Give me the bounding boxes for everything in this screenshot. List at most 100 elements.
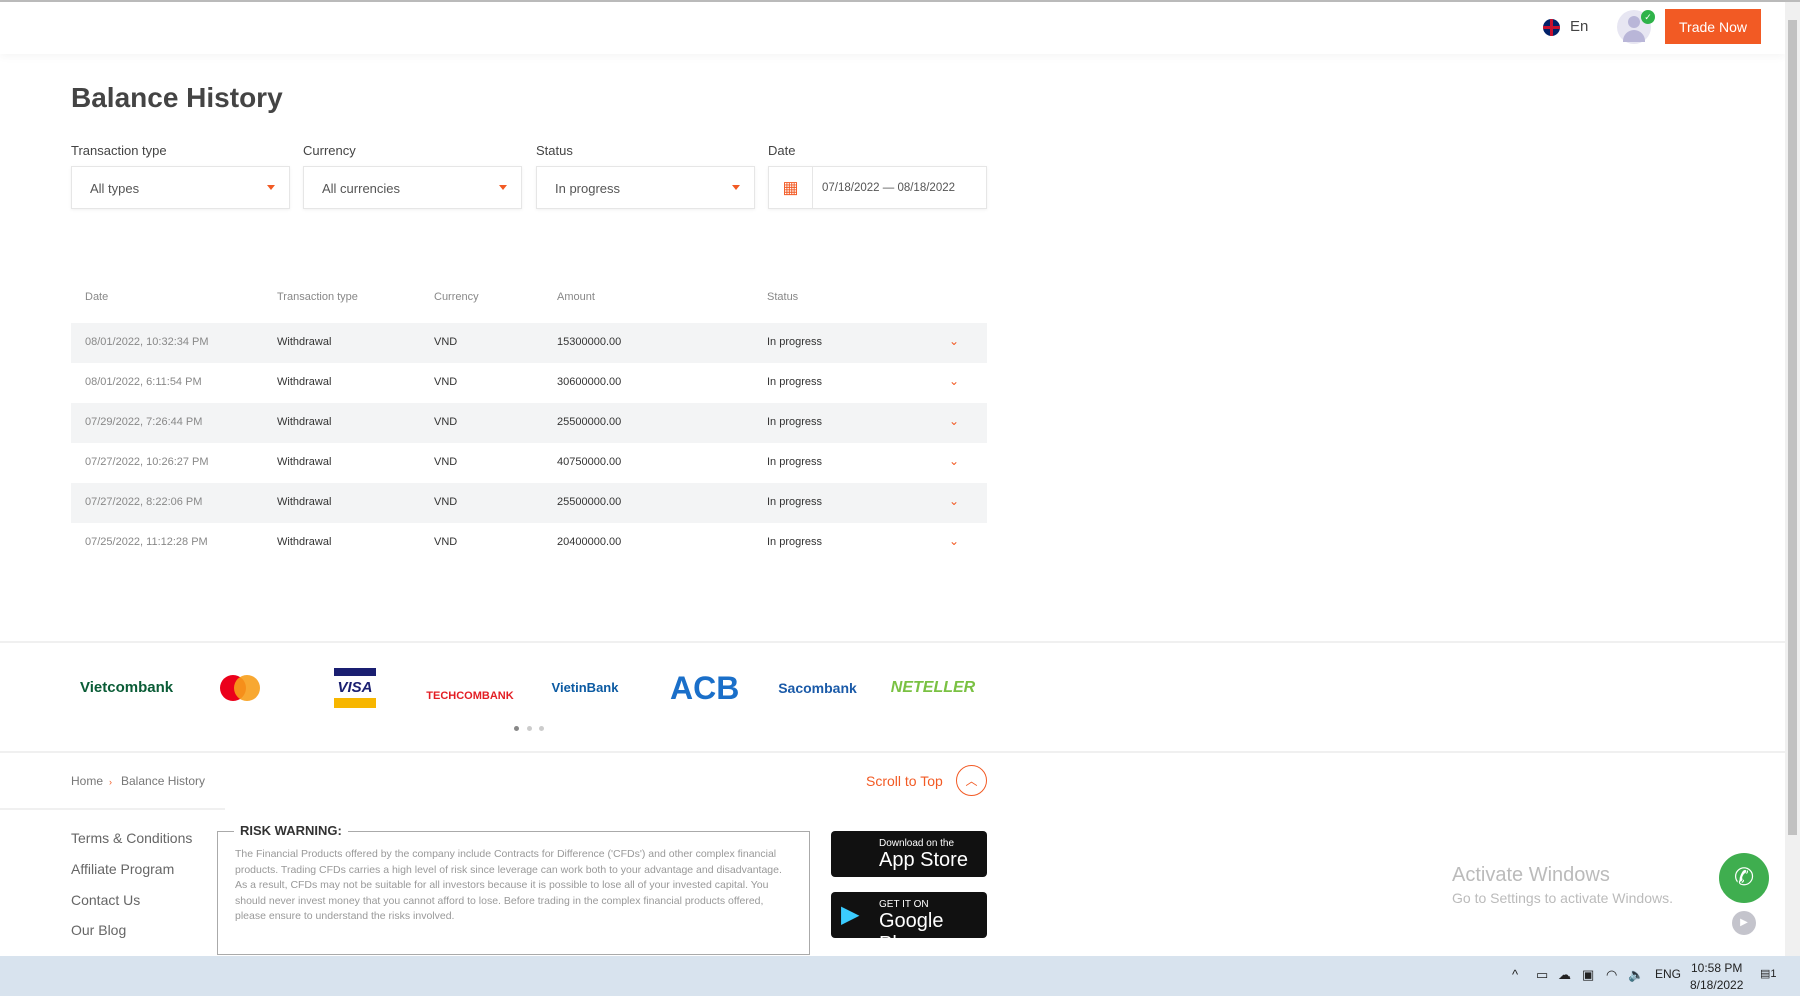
transaction-type-cell: Withdrawal — [277, 376, 332, 388]
display-icon[interactable]: ▣ — [1582, 967, 1594, 983]
transaction-type-cell: Withdrawal — [277, 496, 332, 508]
footer-link-blog[interactable]: Our Blog — [71, 922, 126, 938]
caret-down-icon — [499, 185, 507, 190]
trade-now-button[interactable]: Trade Now — [1665, 9, 1761, 44]
amount-cell: 20400000.00 — [557, 536, 622, 548]
breadcrumb-current: Balance History — [121, 774, 206, 788]
date-cell: 08/01/2022, 6:11:54 PM — [85, 376, 202, 388]
divider — [0, 641, 1785, 643]
carousel-dot[interactable] — [527, 726, 532, 731]
date-cell: 07/25/2022, 11:12:28 PM — [85, 536, 208, 548]
caret-down-icon — [732, 185, 740, 190]
expand-chevron-icon[interactable]: ⌄ — [949, 374, 959, 388]
expand-chevron-icon[interactable]: ⌄ — [949, 454, 959, 468]
activate-windows-title: Activate Windows — [1452, 864, 1610, 886]
breadcrumb-home[interactable]: Home — [71, 774, 103, 788]
column-header-date: Date — [85, 291, 109, 303]
date-cell: 08/01/2022, 10:32:34 PM — [85, 336, 209, 348]
table-row[interactable]: 07/25/2022, 11:12:28 PM Withdrawal VND 2040… — [71, 523, 987, 563]
expand-chevron-icon[interactable]: ⌄ — [949, 534, 959, 548]
footer-link-terms[interactable]: Terms & Conditions — [71, 830, 192, 846]
date-range-picker[interactable]: ▦ 07/18/2022 — 08/18/2022 — [768, 166, 987, 209]
currency-select[interactable]: All currencies — [303, 166, 522, 209]
chevron-up-icon[interactable]: ︿ — [956, 765, 987, 796]
app-store-button[interactable]: Download on the App Store — [831, 831, 987, 877]
app-store-small: Download on the — [879, 838, 955, 849]
amount-cell: 40750000.00 — [557, 456, 622, 468]
date-range-value: 07/18/2022 — 08/18/2022 — [822, 182, 956, 194]
risk-warning-title: RISK WARNING: — [234, 823, 348, 838]
windows-taskbar — [0, 956, 1800, 996]
divider — [0, 808, 225, 810]
divider — [0, 751, 1785, 753]
footer-link-contact[interactable]: Contact Us — [71, 892, 140, 908]
meet-icon[interactable]: ▭ — [1536, 967, 1548, 983]
caret-down-icon — [267, 185, 275, 190]
verified-check-icon: ✓ — [1641, 10, 1655, 24]
clock-date: 8/18/2022 — [1690, 978, 1744, 992]
date-cell: 07/27/2022, 8:22:06 PM — [85, 496, 203, 508]
status-cell: In progress — [767, 536, 823, 548]
carousel-dot-active[interactable] — [514, 726, 519, 731]
transaction-type-cell: Withdrawal — [277, 336, 332, 348]
status-select[interactable]: In progress — [536, 166, 755, 209]
page-title: Balance History — [71, 82, 283, 113]
phone-call-button[interactable]: ✆ — [1719, 853, 1769, 903]
volume-icon[interactable]: 🔈 — [1628, 967, 1644, 983]
currency-value: All currencies — [322, 181, 401, 196]
footer-link-affiliate[interactable]: Affiliate Program — [71, 861, 174, 877]
partner-logo-vietcombank: Vietcombank — [80, 679, 174, 696]
table-row[interactable]: 08/01/2022, 6:11:54 PM Withdrawal VND 30600… — [71, 363, 987, 403]
amount-cell: 30600000.00 — [557, 376, 622, 388]
currency-cell: VND — [434, 496, 458, 508]
partner-logo-mastercard — [215, 668, 265, 708]
uk-flag-icon[interactable] — [1543, 19, 1560, 36]
system-clock[interactable]: 10:58 PM 8/18/2022 — [1690, 960, 1743, 994]
partner-logo-techcombank: TECHCOMBANK — [426, 690, 514, 702]
app-store-large: App Store — [879, 849, 968, 871]
top-header — [0, 2, 1785, 54]
table-row[interactable]: 07/27/2022, 10:26:27 PM Withdrawal VND 4075… — [71, 443, 987, 483]
column-header-status: Status — [767, 291, 799, 303]
column-header-amount: Amount — [557, 291, 595, 303]
transaction-type-select[interactable]: All types — [71, 166, 290, 209]
breadcrumb-separator-icon: › — [109, 777, 112, 787]
status-cell: In progress — [767, 336, 823, 348]
transaction-type-value: All types — [90, 181, 140, 196]
amount-cell: 25500000.00 — [557, 496, 622, 508]
clock-time: 10:58 PM — [1691, 961, 1743, 975]
date-cell: 07/27/2022, 10:26:27 PM — [85, 456, 209, 468]
scrollbar-thumb[interactable] — [1788, 20, 1797, 835]
currency-cell: VND — [434, 456, 458, 468]
currency-cell: VND — [434, 416, 458, 428]
tray-expand-icon[interactable]: ^ — [1512, 967, 1518, 982]
notifications-icon[interactable]: ▤1 — [1760, 967, 1777, 980]
table-row[interactable]: 08/01/2022, 10:32:34 PM Withdrawal VND 1530… — [71, 323, 987, 363]
currency-cell: VND — [434, 536, 458, 548]
expand-chevron-icon[interactable]: ⌄ — [949, 494, 959, 508]
expand-chevron-icon[interactable]: ⌄ — [949, 414, 959, 428]
scroll-to-top-link[interactable]: Scroll to Top — [866, 773, 943, 789]
date-label: Date — [768, 143, 796, 158]
currency-label: Currency — [303, 143, 356, 158]
notification-count: 1 — [1770, 968, 1777, 980]
carousel-dot[interactable] — [539, 726, 544, 731]
onedrive-warning-icon[interactable]: ☁ — [1558, 967, 1571, 983]
date-cell: 07/29/2022, 7:26:44 PM — [85, 416, 203, 428]
wifi-icon[interactable]: ◠ — [1606, 967, 1617, 983]
transaction-type-cell: Withdrawal — [277, 536, 332, 548]
currency-cell: VND — [434, 376, 458, 388]
language-selector[interactable]: En — [1570, 18, 1588, 35]
play-icon[interactable]: ▶ — [1732, 911, 1756, 935]
input-language[interactable]: ENG — [1655, 967, 1681, 981]
status-label: Status — [536, 143, 573, 158]
table-row[interactable]: 07/27/2022, 8:22:06 PM Withdrawal VND 25500… — [71, 483, 987, 523]
calendar-icon: ▦ — [769, 167, 813, 208]
expand-chevron-icon[interactable]: ⌄ — [949, 334, 959, 348]
google-play-button[interactable]: ▶ GET IT ON Google Play — [831, 892, 987, 955]
google-play-icon: ▶ — [841, 901, 860, 928]
partner-logo-vietinbank: VietinBank — [551, 680, 619, 695]
status-cell: In progress — [767, 376, 823, 388]
activate-windows-subtitle: Go to Settings to activate Windows. — [1452, 890, 1673, 906]
table-row[interactable]: 07/29/2022, 7:26:44 PM Withdrawal VND 25500… — [71, 403, 987, 443]
